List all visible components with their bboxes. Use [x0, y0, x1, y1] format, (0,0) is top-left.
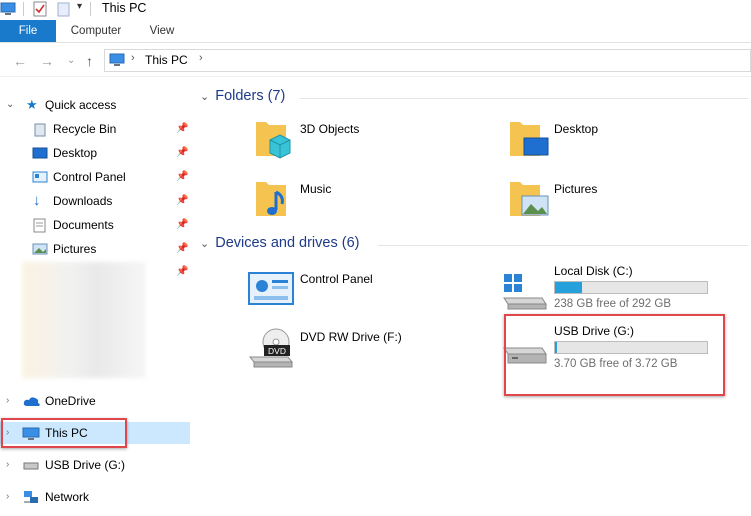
- pin-icon[interactable]: 📌: [176, 142, 188, 164]
- nav-item-onedrive[interactable]: › OneDrive: [0, 390, 190, 412]
- tab-computer[interactable]: Computer: [60, 20, 132, 42]
- capacity-bar: [554, 281, 708, 294]
- up-arrow-icon[interactable]: ↑: [86, 53, 93, 69]
- nav-label: Recycle Bin: [53, 122, 117, 136]
- cloud-icon: [23, 397, 40, 406]
- nav-quick-access[interactable]: ⌄ ★ Quick access: [0, 94, 190, 116]
- 3d-objects-folder-icon: [256, 122, 291, 159]
- nav-label: Downloads: [53, 194, 113, 208]
- free-space-text: 238 GB free of 292 GB: [554, 298, 671, 310]
- folder-music[interactable]: Music: [248, 176, 498, 228]
- pin-icon[interactable]: 📌: [176, 238, 188, 260]
- nav-item-network[interactable]: › Network: [0, 486, 190, 508]
- nav-label: USB Drive (G:): [45, 458, 126, 472]
- properties-icon[interactable]: [32, 1, 48, 17]
- expand-chevron-icon[interactable]: ⌄: [6, 94, 14, 116]
- tile-label: Desktop: [554, 122, 599, 136]
- pin-icon[interactable]: 📌: [176, 166, 188, 188]
- folder-desktop[interactable]: Desktop: [502, 116, 751, 168]
- tile-label: Pictures: [554, 182, 598, 196]
- tile-label: DVD RW Drive (F:): [300, 330, 402, 344]
- folder-3d-objects[interactable]: 3D Objects: [248, 116, 498, 168]
- nav-label: Desktop: [53, 146, 98, 160]
- pin-icon[interactable]: 📌: [176, 118, 188, 140]
- collapse-chevron-icon[interactable]: ⌄: [200, 91, 209, 103]
- item-control-panel[interactable]: Control Panel: [248, 272, 498, 324]
- back-arrow-icon[interactable]: ←: [13, 53, 27, 69]
- recent-locations-icon[interactable]: ⌄: [67, 55, 75, 66]
- blurred-region: [22, 262, 146, 378]
- nav-label: Documents: [53, 218, 114, 232]
- pin-icon[interactable]: 📌: [176, 214, 188, 236]
- address-box[interactable]: › This PC ›: [104, 49, 751, 72]
- nav-label: OneDrive: [45, 394, 96, 408]
- capacity-bar-fill: [555, 282, 583, 293]
- highlight-box: [1, 418, 127, 448]
- highlight-box: [504, 314, 725, 396]
- collapse-chevron-icon[interactable]: ›: [6, 390, 9, 412]
- pictures-folder-icon: [510, 182, 549, 216]
- tile-label: Music: [300, 182, 332, 196]
- breadcrumb-separator-icon[interactable]: ›: [131, 52, 135, 64]
- new-folder-icon[interactable]: [57, 1, 71, 17]
- nav-label: Pictures: [53, 242, 97, 256]
- windows-drive-icon: [503, 274, 547, 310]
- nav-item-downloads[interactable]: ↓ Downloads 📌: [0, 190, 190, 212]
- computer-icon: [0, 2, 16, 15]
- tile-label: 3D Objects: [300, 122, 360, 136]
- this-pc-icon: [109, 53, 125, 66]
- nav-label: Network: [45, 490, 90, 504]
- recycle-bin-icon: [34, 123, 46, 137]
- documents-icon: [33, 218, 46, 233]
- ribbon-tabs: File Computer View: [0, 20, 751, 43]
- group-header-folders[interactable]: ⌄ Folders (7): [200, 88, 748, 104]
- nav-item-recycle-bin[interactable]: Recycle Bin 📌: [0, 118, 190, 140]
- dvd-drive-icon: DVD: [248, 328, 294, 368]
- control-panel-icon: [248, 272, 294, 305]
- customize-quick-access-icon[interactable]: ▾: [77, 1, 82, 12]
- navigation-pane: ⌄ ★ Quick access Recycle Bin 📌 Desktop 📌…: [0, 76, 192, 516]
- dvd-badge-text: DVD: [268, 346, 286, 356]
- nav-item-usb-drive[interactable]: › USB Drive (G:): [0, 454, 190, 476]
- control-panel-icon: [32, 171, 48, 183]
- breadcrumb-this-pc[interactable]: This PC: [145, 53, 188, 67]
- breadcrumb-chevron-icon[interactable]: ›: [199, 52, 203, 64]
- folder-pictures[interactable]: Pictures: [502, 176, 751, 228]
- tab-file[interactable]: File: [0, 20, 56, 42]
- usb-drive-icon: [23, 462, 39, 470]
- group-header-devices[interactable]: ⌄ Devices and drives (6): [200, 235, 748, 251]
- collapse-chevron-icon[interactable]: ›: [6, 486, 9, 508]
- content-pane: ⌄ Folders (7) 3D Objects Desktop Music P…: [192, 76, 751, 516]
- group-title: Devices and drives (6): [215, 235, 360, 251]
- group-title: Folders (7): [215, 88, 286, 104]
- pin-icon[interactable]: 📌: [176, 266, 188, 277]
- drive-local-disk-c[interactable]: Local Disk (C:) 238 GB free of 292 GB: [502, 264, 751, 316]
- drive-dvd-rw-f[interactable]: DVD DVD RW Drive (F:): [248, 328, 498, 380]
- network-icon: [24, 491, 38, 503]
- star-icon: ★: [26, 97, 38, 112]
- desktop-icon: [32, 147, 48, 159]
- nav-label: Quick access: [45, 98, 117, 112]
- music-folder-icon: [256, 182, 286, 216]
- nav-item-control-panel[interactable]: Control Panel 📌: [0, 166, 190, 188]
- tile-label: Control Panel: [300, 272, 373, 286]
- title-bar: ▾ This PC: [0, 0, 751, 20]
- nav-item-desktop[interactable]: Desktop 📌: [0, 142, 190, 164]
- nav-item-documents[interactable]: Documents 📌: [0, 214, 190, 236]
- pictures-icon: [32, 243, 48, 255]
- desktop-folder-icon: [510, 122, 549, 156]
- collapse-chevron-icon[interactable]: ⌄: [200, 238, 209, 250]
- tab-view[interactable]: View: [136, 20, 188, 42]
- download-arrow-icon: ↓: [33, 192, 41, 209]
- pin-icon[interactable]: 📌: [176, 190, 188, 212]
- collapse-chevron-icon[interactable]: ›: [6, 454, 9, 476]
- nav-item-pictures[interactable]: Pictures 📌: [0, 238, 190, 260]
- nav-label: Control Panel: [53, 170, 126, 184]
- tile-label: Local Disk (C:): [554, 264, 633, 278]
- navigation-bar: ← → ⌄ ↑ › This PC ›: [0, 43, 751, 77]
- window-title: This PC: [102, 1, 147, 15]
- forward-arrow-icon[interactable]: →: [40, 53, 54, 69]
